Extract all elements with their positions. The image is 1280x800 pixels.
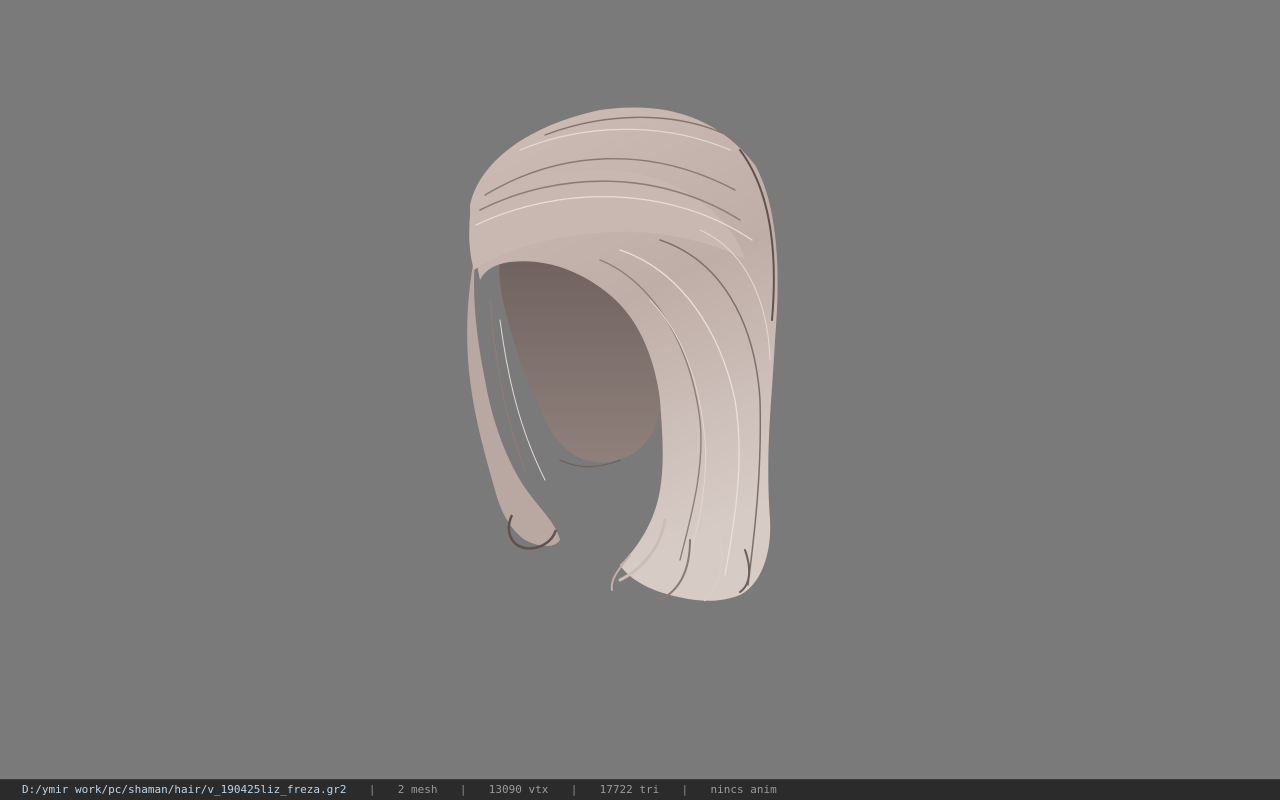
mesh-count: 2 mesh xyxy=(397,783,438,796)
status-separator: | xyxy=(368,783,376,796)
anim-status: nincs anim xyxy=(710,783,777,796)
3d-viewport[interactable] xyxy=(0,0,1280,779)
file-path: D:/ymir work/pc/shaman/hair/v_190425liz_… xyxy=(22,783,347,796)
hair-model[interactable] xyxy=(0,0,1280,779)
status-separator: | xyxy=(681,783,689,796)
vertex-count: 13090 vtx xyxy=(488,783,549,796)
status-separator: | xyxy=(459,783,467,796)
status-separator: | xyxy=(570,783,578,796)
status-bar: D:/ymir work/pc/shaman/hair/v_190425liz_… xyxy=(0,779,1280,800)
triangle-count: 17722 tri xyxy=(599,783,660,796)
